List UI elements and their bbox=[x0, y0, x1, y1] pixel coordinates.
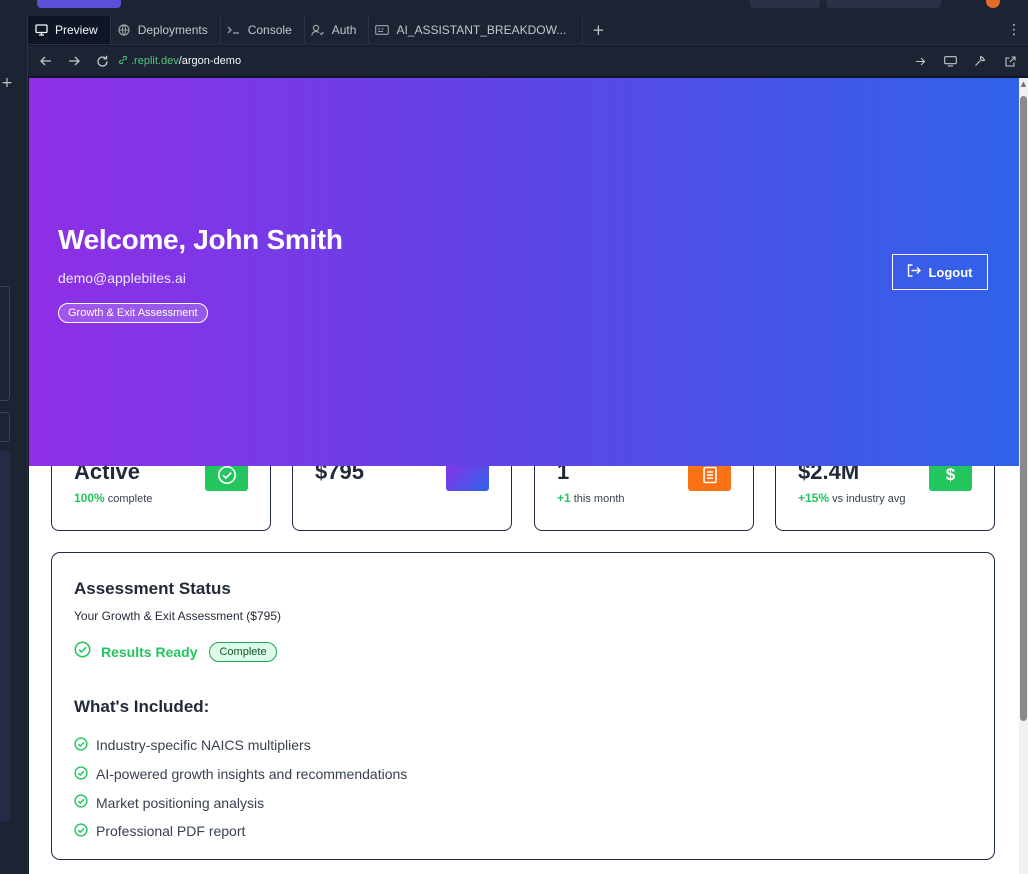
open-new-window-icon[interactable] bbox=[998, 49, 1022, 73]
terminal-icon bbox=[227, 23, 241, 37]
replit-workspace: + Preview Deployments Console Auth AI_AS… bbox=[0, 0, 1028, 874]
panel-title: Assessment Status bbox=[74, 579, 231, 598]
list-item: Industry-specific NAICS multipliers bbox=[74, 731, 407, 760]
toolbar-button[interactable] bbox=[37, 0, 121, 8]
back-icon[interactable] bbox=[34, 49, 58, 73]
scrollbar-thumb[interactable] bbox=[1020, 96, 1027, 721]
left-rail: + bbox=[0, 16, 28, 874]
tab-console[interactable]: Console bbox=[221, 16, 305, 44]
stat-caption: 100% complete bbox=[74, 491, 153, 505]
globe-icon bbox=[117, 23, 131, 37]
tab-label: AI_ASSISTANT_BREAKDOW... bbox=[396, 23, 567, 37]
included-title: What's Included: bbox=[74, 697, 210, 716]
check-circle-icon bbox=[74, 823, 88, 840]
file-icon bbox=[375, 23, 390, 37]
scroll-up-icon[interactable]: ▲ bbox=[1019, 80, 1028, 90]
add-tab-button[interactable]: + bbox=[583, 16, 613, 44]
check-circle-icon bbox=[74, 794, 88, 811]
list-item-text: Market positioning analysis bbox=[96, 794, 265, 811]
page-scrollbar[interactable]: ▲ bbox=[1019, 78, 1028, 874]
tab-label: Preview bbox=[55, 23, 98, 37]
tab-label: Console bbox=[247, 23, 292, 37]
logout-button[interactable]: Logout bbox=[892, 254, 988, 290]
plus-icon[interactable]: + bbox=[0, 72, 14, 94]
url-path: /argon-demo bbox=[178, 55, 242, 67]
stat-caption: +15% vs industry avg bbox=[798, 491, 906, 505]
tab-label: Auth bbox=[331, 23, 357, 37]
list-item-text: Industry-specific NAICS multipliers bbox=[96, 737, 311, 754]
check-circle-icon bbox=[74, 641, 91, 662]
toolbar-button[interactable] bbox=[826, 0, 941, 8]
monitor-icon bbox=[34, 23, 48, 37]
welcome-title: Welcome, John Smith bbox=[58, 224, 343, 255]
check-circle-icon bbox=[74, 765, 88, 783]
link-icon bbox=[118, 55, 128, 68]
more-options-icon[interactable]: ⋮ bbox=[1000, 16, 1028, 44]
list-item: AI-powered growth insights and recommend… bbox=[74, 760, 407, 789]
assessment-status-card: Assessment Status Your Growth & Exit Ass… bbox=[51, 552, 995, 860]
forward-icon[interactable] bbox=[62, 49, 86, 73]
user-icon bbox=[311, 23, 325, 37]
tab-auth[interactable]: Auth bbox=[305, 16, 370, 44]
included-list: Industry-specific NAICS multipliers AI-p… bbox=[74, 731, 407, 846]
devices-icon[interactable] bbox=[938, 49, 962, 73]
rail-panel bbox=[0, 412, 10, 442]
url-domain: .replit.dev bbox=[131, 55, 179, 67]
top-toolbar bbox=[0, 0, 1028, 16]
status-row: Results Ready Complete bbox=[74, 641, 277, 662]
preview-viewport: Active 100% complete $795 1 +1 this mont… bbox=[29, 78, 1019, 874]
logout-icon bbox=[907, 264, 922, 280]
tab-deployments[interactable]: Deployments bbox=[111, 16, 221, 44]
reload-icon[interactable] bbox=[90, 49, 114, 73]
url-field[interactable]: .replit.dev/argon-demo bbox=[118, 55, 904, 68]
url-bar: .replit.dev/argon-demo bbox=[28, 46, 1028, 76]
list-item-text: Professional PDF report bbox=[96, 823, 246, 840]
tab-label: Deployments bbox=[137, 23, 208, 37]
tab-preview[interactable]: Preview bbox=[28, 16, 111, 44]
logout-label: Logout bbox=[928, 264, 973, 280]
tab-file[interactable]: AI_ASSISTANT_BREAKDOW... bbox=[369, 16, 584, 44]
devtools-icon[interactable] bbox=[968, 49, 992, 73]
user-email: demo@applebites.ai bbox=[58, 270, 186, 286]
status-text: Results Ready bbox=[101, 643, 198, 660]
rail-panel bbox=[0, 286, 10, 401]
assessment-badge: Growth & Exit Assessment bbox=[58, 303, 208, 323]
check-circle-icon bbox=[74, 737, 88, 754]
stat-caption: +1 this month bbox=[557, 491, 625, 505]
tab-bar: Preview Deployments Console Auth AI_ASSI… bbox=[28, 16, 1028, 45]
go-icon[interactable] bbox=[908, 49, 932, 73]
toolbar-button[interactable] bbox=[750, 0, 820, 8]
list-item: Professional PDF report bbox=[74, 817, 407, 846]
avatar[interactable] bbox=[986, 0, 1000, 8]
rail-panel bbox=[0, 451, 10, 821]
welcome-hero: Welcome, John Smith demo@applebites.ai G… bbox=[29, 78, 1019, 466]
list-item-text: AI-powered growth insights and recommend… bbox=[96, 766, 408, 783]
list-item: Market positioning analysis bbox=[74, 788, 407, 817]
panel-subtitle: Your Growth & Exit Assessment ($795) bbox=[74, 609, 281, 623]
status-badge: Complete bbox=[209, 641, 277, 662]
